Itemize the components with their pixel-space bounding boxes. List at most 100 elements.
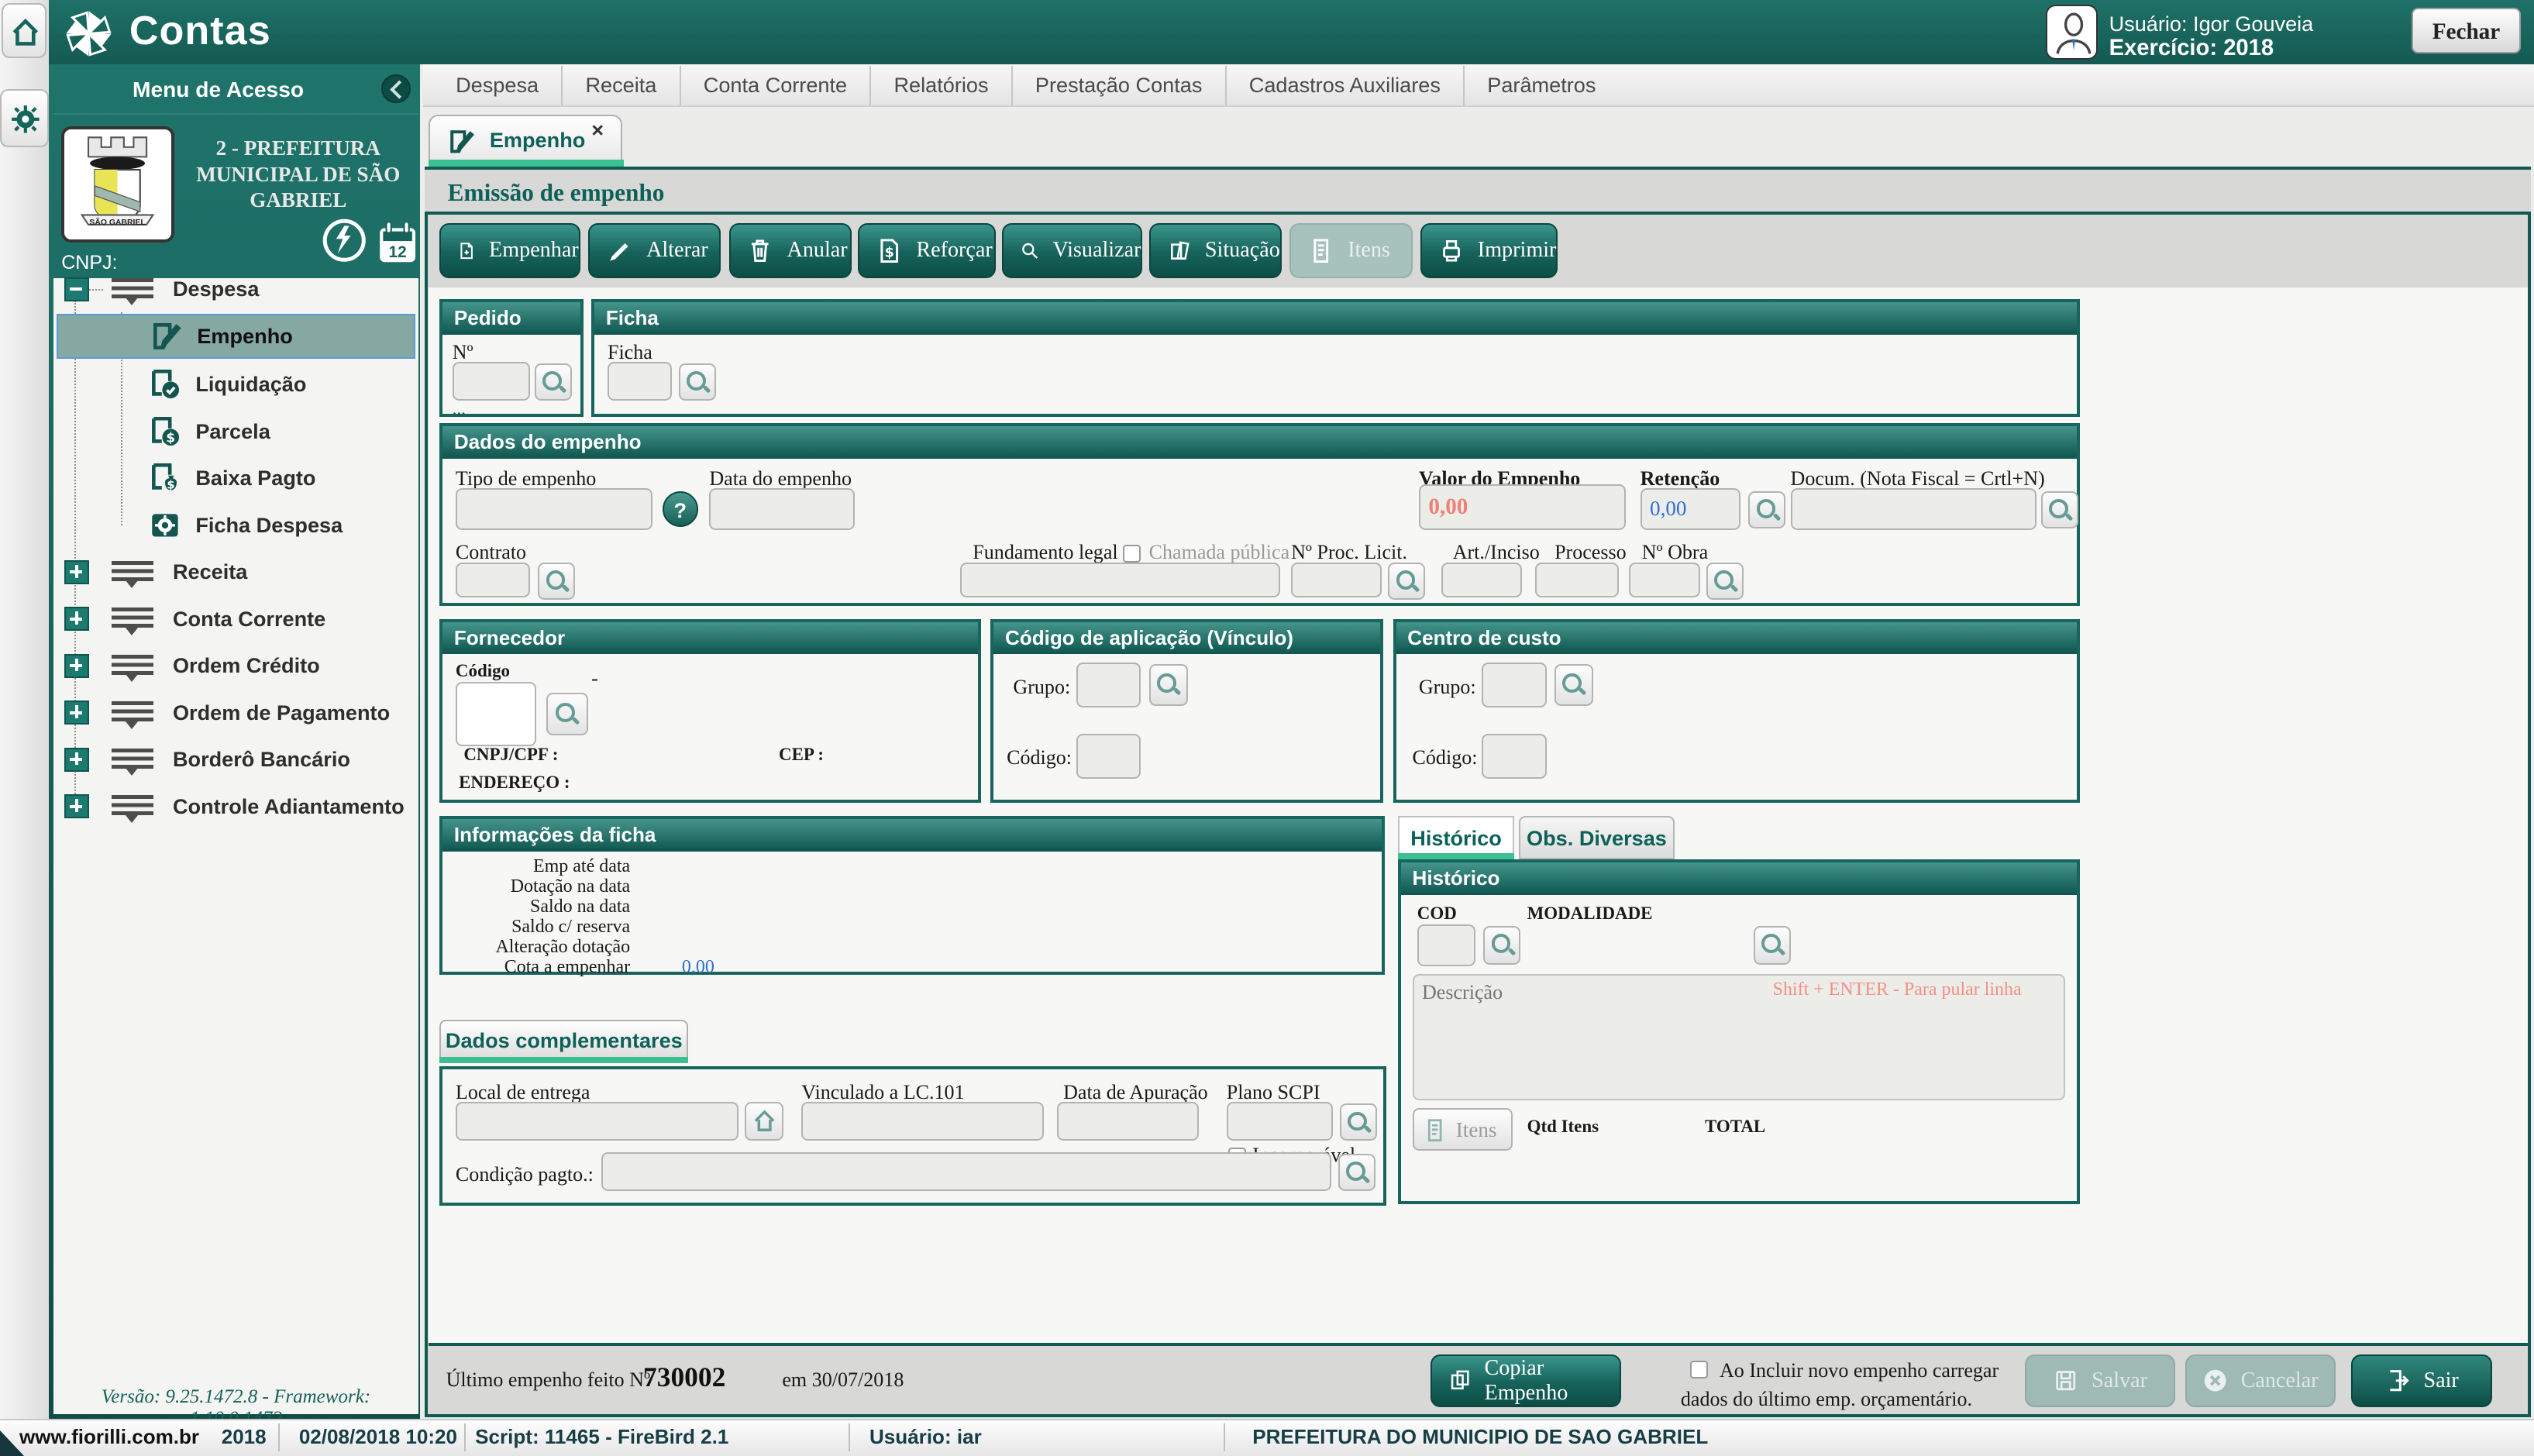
carregar-ultimo-checkbox[interactable] <box>1690 1361 1708 1379</box>
sair-button[interactable]: Sair <box>2351 1354 2491 1408</box>
sidebar-item-conta-corrente[interactable]: Conta Corrente <box>53 597 418 642</box>
centro-grupo-input[interactable] <box>1482 663 1546 707</box>
menu-tab-cadastros-auxiliares[interactable]: Cadastros Auxiliares <box>1227 66 1465 105</box>
fundamento-input[interactable] <box>960 563 1280 598</box>
sidebar-item-receita[interactable]: Receita <box>53 549 418 594</box>
cod-search-button[interactable] <box>1483 926 1520 965</box>
expand-plus-icon[interactable] <box>64 700 88 725</box>
obra-search-button[interactable] <box>1706 563 1744 600</box>
plano-scpi-search-button[interactable] <box>1340 1103 1377 1141</box>
aplicacao-grupo-search-button[interactable] <box>1149 664 1188 706</box>
vinculado-input[interactable] <box>801 1102 1044 1141</box>
cod-input[interactable] <box>1417 924 1475 966</box>
home-button[interactable] <box>2 3 46 58</box>
art-inciso-input[interactable] <box>1441 563 1522 598</box>
dados-complementares-button[interactable]: Dados complementares <box>439 1020 688 1060</box>
close-app-button[interactable]: Fechar <box>2412 8 2522 53</box>
retencao-search-button[interactable] <box>1748 491 1785 528</box>
alterar-button[interactable]: Alterar <box>588 223 721 278</box>
status-separator <box>849 1423 850 1451</box>
contrato-input[interactable] <box>456 563 530 598</box>
data-empenho-input[interactable] <box>709 488 855 530</box>
sidebar-item-empenho[interactable]: Empenho <box>57 314 415 359</box>
visualizar-button[interactable]: Visualizar <box>1002 223 1142 278</box>
processo-input[interactable] <box>1535 563 1619 598</box>
chamada-publica-checkbox[interactable] <box>1123 545 1141 563</box>
contrato-search-button[interactable] <box>538 563 575 600</box>
aplicacao-grupo-input[interactable] <box>1076 663 1141 707</box>
sidebar-item-ficha-despesa[interactable]: Ficha Despesa <box>57 503 415 548</box>
payment-bag-icon: $ <box>147 460 183 496</box>
menu-tab-relatorios[interactable]: Relatórios <box>871 66 1012 105</box>
pedido-no-input[interactable] <box>453 362 530 401</box>
reforcar-button[interactable]: $ Reforçar <box>858 223 995 278</box>
local-entrega-home-button[interactable] <box>745 1102 783 1141</box>
expand-plus-icon[interactable] <box>64 654 88 678</box>
condicao-pagto-input[interactable] <box>601 1152 1332 1191</box>
expand-plus-icon[interactable] <box>64 794 88 818</box>
centro-grupo-search-button[interactable] <box>1554 664 1593 706</box>
stacked-files-icon <box>1167 237 1193 264</box>
local-entrega-input[interactable] <box>456 1102 739 1141</box>
pedido-search-button[interactable] <box>535 363 572 401</box>
status-separator <box>278 1423 280 1451</box>
menu-tab-despesa[interactable]: Despesa <box>433 66 563 105</box>
historico-groupbox: Histórico COD MODALIDADE Shift + ENTER -… <box>1398 859 2080 1203</box>
apuracao-input[interactable] <box>1057 1102 1200 1141</box>
situacao-button[interactable]: Situação <box>1149 223 1282 278</box>
close-tab-icon[interactable]: × <box>591 118 604 143</box>
sync-icon[interactable] <box>320 216 369 265</box>
fornecedor-codigo-input[interactable] <box>456 682 536 746</box>
menu-tab-receita[interactable]: Receita <box>563 66 680 105</box>
info-row-label: Dotação na data <box>449 876 631 897</box>
sidebar-item-bordero-bancario[interactable]: Borderô Bancário <box>53 737 418 782</box>
menu-tab-parametros[interactable]: Parâmetros <box>1465 66 1619 105</box>
docum-input[interactable] <box>1791 488 2036 530</box>
doc-tab-empenho[interactable]: Empenho × <box>429 115 622 163</box>
plano-scpi-input[interactable] <box>1227 1102 1334 1141</box>
anular-button[interactable]: Anular <box>729 223 852 278</box>
help-button[interactable]: ? <box>663 491 698 527</box>
docum-search-button[interactable] <box>2041 491 2078 528</box>
ficha-search-button[interactable] <box>679 363 716 401</box>
sidebar-item-liquidacao[interactable]: Liquidação <box>57 362 415 407</box>
retencao-label: Retenção <box>1641 467 1720 490</box>
ficha-input[interactable] <box>608 362 672 401</box>
empenhar-button[interactable]: Empenhar <box>439 223 580 278</box>
centro-codigo-input[interactable] <box>1482 734 1546 779</box>
imprimir-button[interactable]: Imprimir <box>1420 223 1558 278</box>
copiar-empenho-button[interactable]: Copiar Empenho <box>1431 1354 1621 1408</box>
sidebar-item-ordem-pagamento[interactable]: Ordem de Pagamento <box>53 690 418 735</box>
tree-item-label: Parcela <box>195 419 270 444</box>
proc-licit-input[interactable] <box>1291 563 1382 598</box>
status-year: 2018 <box>222 1425 267 1449</box>
expand-plus-icon[interactable] <box>64 560 88 584</box>
valor-empenho-input[interactable]: 0,00 <box>1419 484 1626 529</box>
sidebar-item-parcela[interactable]: $ Parcela <box>57 409 415 454</box>
obra-input[interactable] <box>1629 563 1700 598</box>
local-entrega-label: Local de entrega <box>456 1081 590 1104</box>
settings-button[interactable] <box>0 89 49 147</box>
status-site[interactable]: www.fiorilli.com.br <box>19 1425 199 1449</box>
menu-tab-prestacao-contas[interactable]: Prestação Contas <box>1013 66 1227 105</box>
retencao-input[interactable]: 0,00 <box>1641 488 1740 530</box>
sidebar-item-despesa[interactable]: Despesa <box>53 267 418 312</box>
sidebar-item-baixa-pagto[interactable]: $ Baixa Pagto <box>57 456 415 501</box>
collapse-minus-icon[interactable] <box>64 277 88 301</box>
aplicacao-codigo-input[interactable] <box>1076 734 1141 779</box>
data-empenho-label: Data do empenho <box>709 467 852 490</box>
expand-plus-icon[interactable] <box>64 748 88 772</box>
menu-tab-conta-corrente[interactable]: Conta Corrente <box>681 66 872 105</box>
expand-plus-icon[interactable] <box>64 607 88 631</box>
proc-licit-search-button[interactable] <box>1388 563 1425 600</box>
sidebar-collapse-button[interactable] <box>381 74 411 104</box>
tipo-empenho-input[interactable] <box>456 488 652 530</box>
sidebar-item-controle-adiantamento[interactable]: Controle Adiantamento <box>53 783 418 828</box>
calendar-icon[interactable]: 12 <box>377 220 418 265</box>
fornecedor-search-button[interactable] <box>546 693 588 735</box>
historico-title: Histórico <box>1401 862 2077 895</box>
tab-obs-diversas[interactable]: Obs. Diversas <box>1519 816 1674 859</box>
sidebar-item-ordem-credito[interactable]: Ordem Crédito <box>53 643 418 688</box>
condicao-pagto-search-button[interactable] <box>1338 1154 1375 1191</box>
modalidade-search-button[interactable] <box>1754 926 1791 965</box>
